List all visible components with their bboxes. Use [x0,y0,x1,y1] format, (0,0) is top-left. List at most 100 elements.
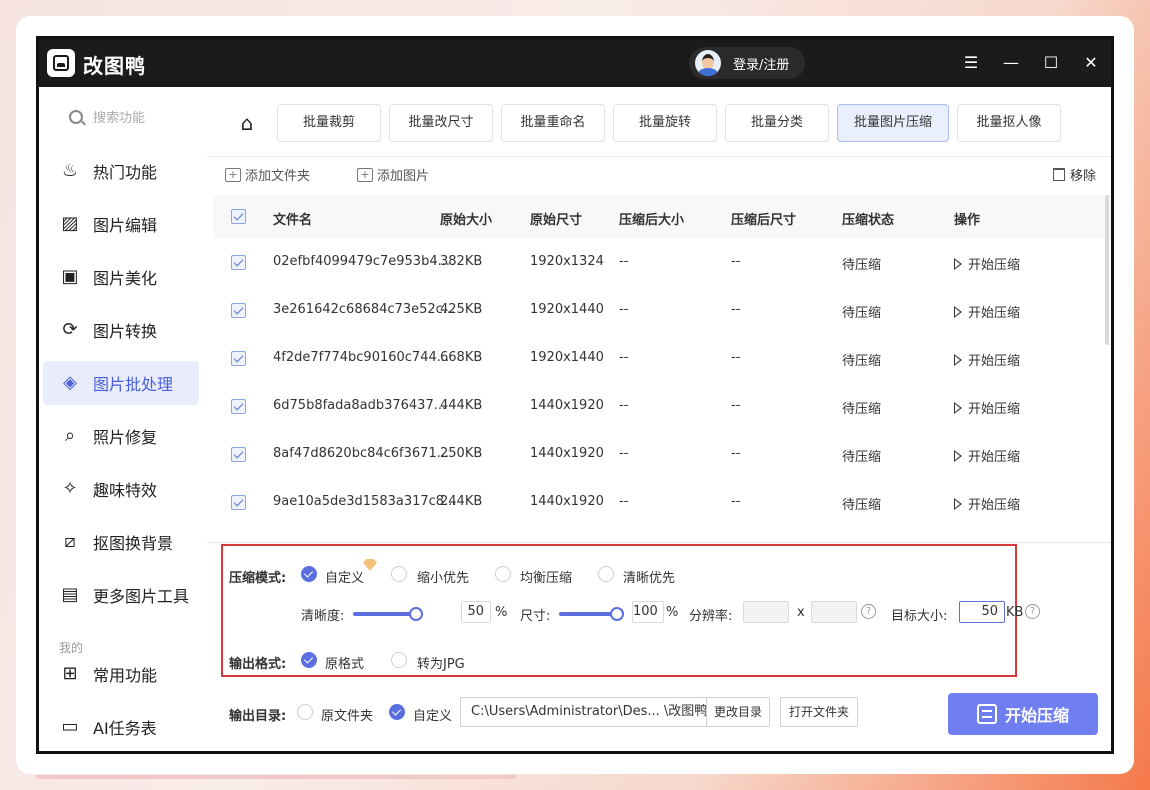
tab-batch-rename[interactable]: 批量重命名 [501,104,605,142]
home-icon[interactable]: ⌂ [235,111,259,135]
minimize-icon[interactable]: — [999,51,1023,75]
start-compress-row-button[interactable]: 开始压缩 [954,398,1020,417]
remove-button[interactable]: 移除 [1053,165,1096,184]
tab-batch-portrait[interactable]: 批量抠人像 [957,104,1061,142]
output-radio-custom[interactable] [389,704,405,720]
menu-icon[interactable]: ☰ [959,51,983,75]
start-compress-row-button[interactable]: 开始压缩 [954,446,1020,465]
mode-label-clarity[interactable]: 清晰优先 [623,567,675,586]
tab-batch-classify[interactable]: 批量分类 [725,104,829,142]
sidebar-item-edit[interactable]: ▨ 图片编辑 [43,202,199,246]
sidebar-item-common[interactable]: ⊞ 常用功能 [43,652,199,696]
cell-status: 待压缩 [842,402,882,417]
format-radio-original[interactable] [301,652,317,668]
header-filename: 文件名 [273,213,313,228]
clarity-slider-handle[interactable] [409,607,423,621]
login-button[interactable]: 登录/注册 [689,47,806,79]
format-label-jpg[interactable]: 转为JPG [417,653,465,672]
clarity-input[interactable]: 50 [461,601,491,623]
clarity-label: 清晰度: [301,609,345,624]
target-size-input[interactable]: 50 [959,601,1005,623]
table-row[interactable]: 8af47d8620bc84c6f3671... 250KB 1440x1920 --… [213,431,1111,479]
mode-radio-custom[interactable] [301,566,317,582]
maximize-icon[interactable]: ☐ [1039,51,1063,75]
start-compress-row-button[interactable]: 开始压缩 [954,494,1020,513]
compress-mode-label: 压缩模式: [229,571,287,586]
sidebar-item-ai-tasks[interactable]: ▭ AI任务表 [43,705,199,749]
table-row[interactable]: 3e261642c68684c73e52c... 425KB 1920x1440 --… [213,287,1111,335]
start-compress-row-label: 开始压缩 [968,450,1021,465]
photo-repair-icon: ⌕ [64,425,76,446]
start-compress-row-button[interactable]: 开始压缩 [954,302,1020,321]
cell-filename: 8af47d8620bc84c6f3671... [273,446,450,461]
table-row[interactable]: 02efbf4099479c7e953b4... 382KB 1920x1324 --… [213,239,1111,287]
cell-original-dim: 1920x1440 [530,350,604,365]
row-checkbox[interactable] [231,351,246,366]
help-icon[interactable]: ? [1025,604,1040,619]
mode-label-balanced[interactable]: 均衡压缩 [520,567,572,586]
sidebar-item-repair[interactable]: ⌕ 照片修复 [43,414,199,458]
play-icon [954,450,962,462]
mode-radio-clarity[interactable] [598,566,614,582]
format-radio-jpg[interactable] [391,652,407,668]
trash-icon [1053,168,1065,181]
start-compress-row-label: 开始压缩 [968,354,1021,369]
row-checkbox[interactable] [231,255,246,270]
start-compress-button[interactable]: 开始压缩 [948,693,1098,735]
add-folder-button[interactable]: + 添加文件夹 [225,165,310,184]
tab-batch-rotate[interactable]: 批量旋转 [613,104,717,142]
sidebar-item-hot[interactable]: ♨ 热门功能 [43,149,199,193]
cell-compressed-dim: -- [731,398,741,413]
start-compress-row-label: 开始压缩 [968,258,1021,273]
open-folder-button[interactable]: 打开文件夹 [780,697,858,727]
output-label-original-folder[interactable]: 原文件夹 [321,705,373,724]
close-icon[interactable]: ✕ [1079,51,1103,75]
size-slider-handle[interactable] [610,607,624,621]
tab-batch-crop[interactable]: 批量裁剪 [277,104,381,142]
mode-label-smaller[interactable]: 缩小优先 [417,567,469,586]
output-radio-original-folder[interactable] [297,704,313,720]
compress-icon [976,704,997,724]
table-row[interactable]: 4f2de7f774bc90160c744... 668KB 1920x1440 --… [213,335,1111,383]
start-compress-row-button[interactable]: 开始压缩 [954,350,1020,369]
size-input[interactable]: 100 [632,601,664,623]
mode-label-custom[interactable]: 自定义 [325,567,364,586]
tab-batch-resize[interactable]: 批量改尺寸 [389,104,493,142]
resolution-height-input[interactable] [811,601,857,623]
change-dir-button[interactable]: 更改目录 [706,697,770,727]
cell-status: 待压缩 [842,450,882,465]
row-checkbox[interactable] [231,399,246,414]
table-row[interactable]: 9ae10a5de3d1583a317c8... 244KB 1440x1920 --… [213,479,1111,527]
help-icon[interactable]: ? [861,604,876,619]
cell-filename: 6d75b8fada8adb376437... [273,398,447,413]
output-path-field[interactable]: C:\Users\Administrator\Des... \改图鸭 [460,697,707,727]
sidebar-item-label: 抠图换背景 [93,534,174,553]
tab-batch-compress[interactable]: 批量图片压缩 [837,104,949,142]
add-image-button[interactable]: + 添加图片 [357,165,429,184]
mode-radio-balanced[interactable] [495,566,511,582]
play-icon [954,258,962,270]
sidebar-item-convert[interactable]: ⟳ 图片转换 [43,308,199,352]
clarity-slider[interactable] [353,612,415,616]
table-row[interactable]: 6d75b8fada8adb376437... 444KB 1440x1920 -- -… [213,383,1111,431]
start-compress-row-label: 开始压缩 [968,402,1021,417]
row-checkbox[interactable] [231,303,246,318]
row-checkbox[interactable] [231,447,246,462]
output-label-custom[interactable]: 自定义 [413,705,452,724]
start-compress-row-button[interactable]: 开始压缩 [954,254,1020,273]
select-all-checkbox[interactable] [231,209,246,224]
search-field[interactable]: 搜索功能 [69,107,145,126]
resolution-width-input[interactable] [743,601,789,623]
sidebar-item-beautify[interactable]: ▣ 图片美化 [43,255,199,299]
mode-radio-smaller[interactable] [391,566,407,582]
app-title: 改图鸭 [83,54,146,78]
sidebar-item-cutout[interactable]: ⧄ 抠图换背景 [43,520,199,564]
format-label-original[interactable]: 原格式 [325,653,364,672]
cell-compressed-size: -- [619,350,629,365]
size-slider[interactable] [559,612,615,616]
sidebar-item-more[interactable]: ▤ 更多图片工具 [43,573,199,617]
sidebar-item-effects[interactable]: ✧ 趣味特效 [43,467,199,511]
row-checkbox[interactable] [231,495,246,510]
sidebar-item-batch[interactable]: ◈ 图片批处理 [43,361,199,405]
table-scrollbar[interactable] [1105,195,1109,345]
